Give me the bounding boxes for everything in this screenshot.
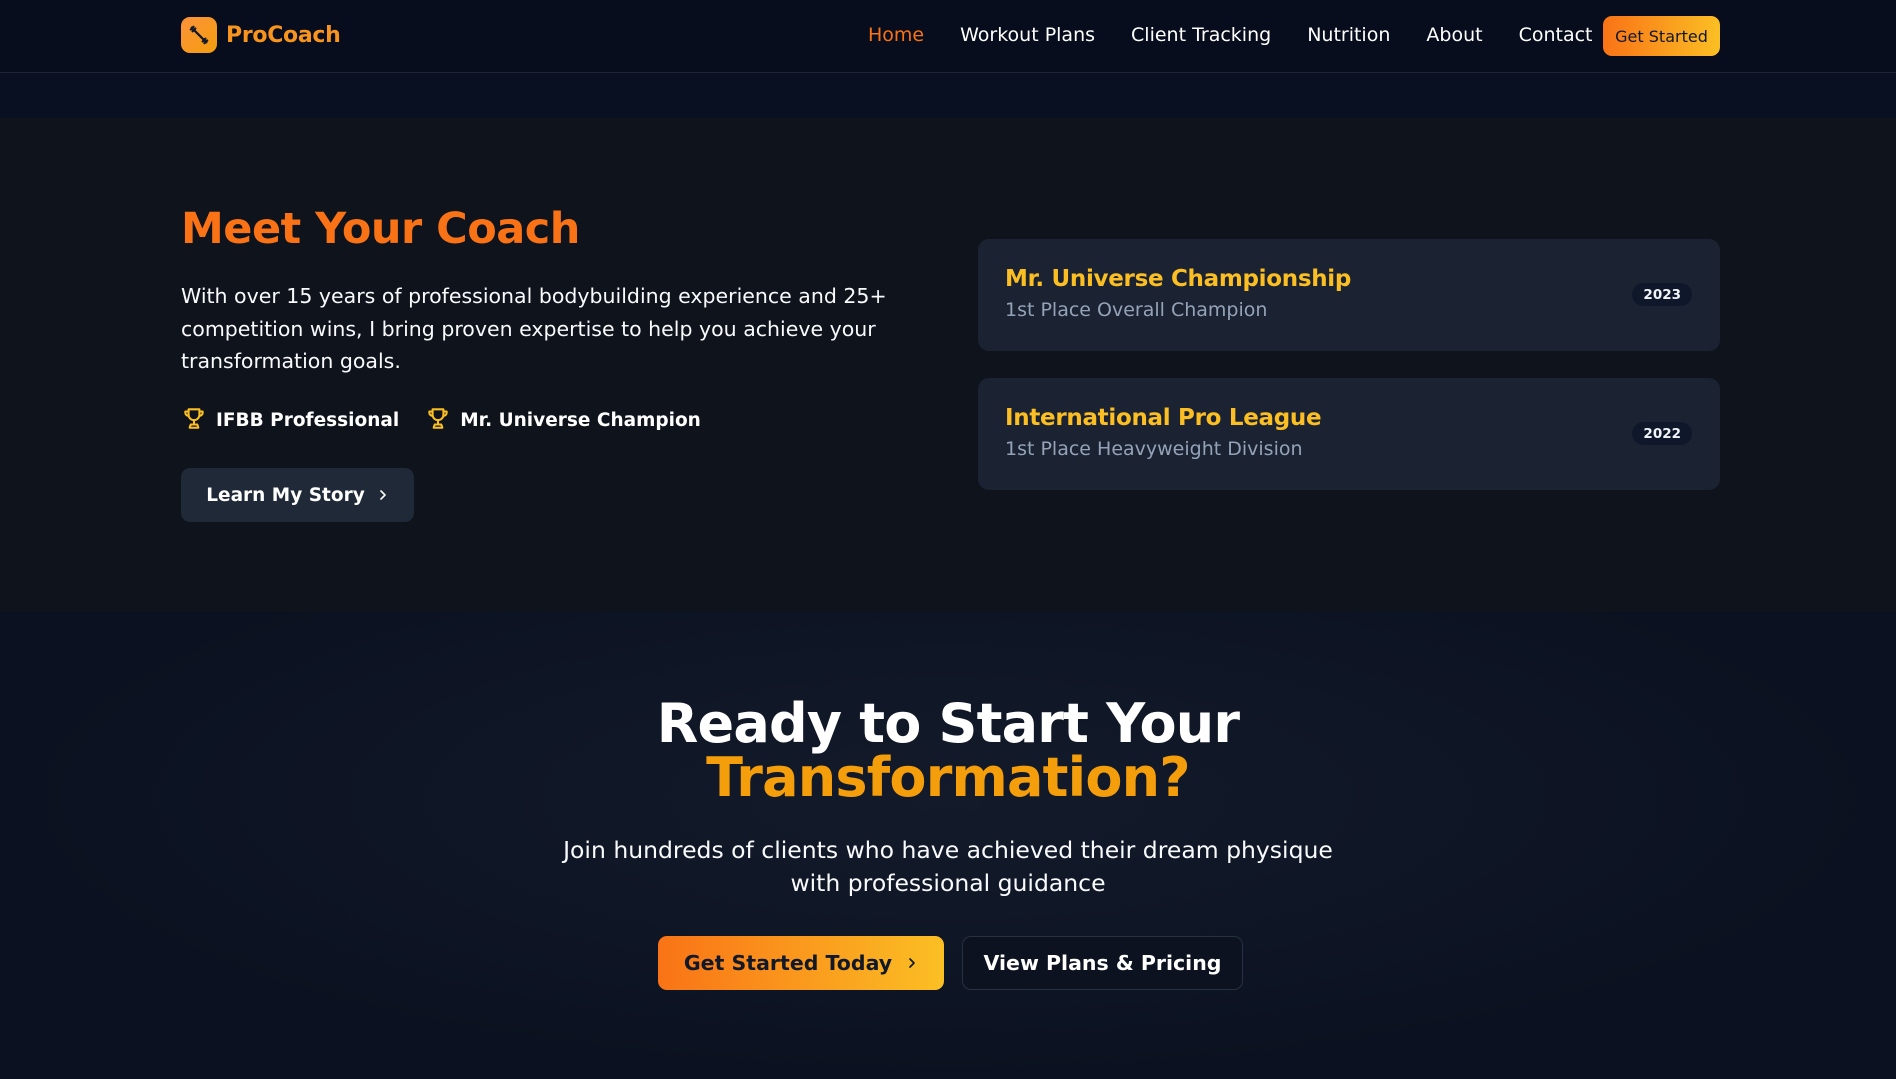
learn-my-story-button[interactable]: Learn My Story <box>181 468 414 522</box>
achievement-card: Mr. Universe Championship 1st Place Over… <box>978 239 1720 351</box>
nav-link-workout-plans[interactable]: Workout Plans <box>960 24 1095 46</box>
nav-link-contact[interactable]: Contact <box>1519 24 1593 46</box>
learn-my-story-label: Learn My Story <box>206 484 365 506</box>
cta-title-line-2: Transformation? <box>706 746 1190 809</box>
main-nav: Home Workout Plans Client Tracking Nutri… <box>868 24 1629 46</box>
get-started-today-label: Get Started Today <box>683 951 893 975</box>
achievement-title: Mr. Universe Championship <box>1005 266 1352 292</box>
cta-section: Ready to Start Your Transformation? Join… <box>0 612 1896 1079</box>
brand-logo[interactable]: ProCoach <box>181 17 341 53</box>
achievement-card: International Pro League 1st Place Heavy… <box>978 378 1720 490</box>
view-plans-pricing-label: View Plans & Pricing <box>983 951 1222 975</box>
chevron-right-icon <box>377 489 389 501</box>
nav-link-nutrition[interactable]: Nutrition <box>1307 24 1390 46</box>
get-started-today-button[interactable]: Get Started Today <box>658 936 944 990</box>
credential-badges: IFBB Professional Mr. Universe Champion <box>181 405 727 435</box>
credential-badge-label: Mr. Universe Champion <box>460 409 701 431</box>
coach-description: With over 15 years of professional bodyb… <box>181 284 887 373</box>
chevron-right-icon <box>906 957 918 969</box>
trophy-icon <box>181 405 207 435</box>
cta-title: Ready to Start Your Transformation? <box>0 697 1896 805</box>
nav-link-client-tracking[interactable]: Client Tracking <box>1131 24 1271 46</box>
nav-link-home[interactable]: Home <box>868 24 924 46</box>
achievement-subtitle: 1st Place Overall Champion <box>1005 299 1268 321</box>
cta-subtitle: Join hundreds of clients who have achiev… <box>563 836 1333 897</box>
achievement-year-badge: 2022 <box>1632 422 1692 445</box>
dumbbell-icon <box>181 17 217 53</box>
brand-name: ProCoach <box>226 22 341 48</box>
cta-title-line-1: Ready to Start Your <box>656 692 1240 755</box>
credential-badge: IFBB Professional <box>181 405 399 435</box>
view-plans-pricing-button[interactable]: View Plans & Pricing <box>962 936 1243 990</box>
nav-link-about[interactable]: About <box>1426 24 1482 46</box>
credential-badge-label: IFBB Professional <box>216 409 400 431</box>
credential-badge: Mr. Universe Champion <box>425 405 701 435</box>
achievement-title: International Pro League <box>1005 405 1322 431</box>
achievement-year-badge: 2023 <box>1632 283 1692 306</box>
section-divider-strip <box>0 74 1896 118</box>
trophy-icon <box>425 405 451 435</box>
achievement-subtitle: 1st Place Heavyweight Division <box>1005 438 1303 460</box>
top-navbar: ProCoach Home Workout Plans Client Track… <box>0 0 1896 73</box>
get-started-button[interactable]: Get Started <box>1603 16 1720 56</box>
coach-section-title: Meet Your Coach <box>181 204 580 254</box>
meet-coach-section: Meet Your Coach With over 15 years of pr… <box>0 118 1896 612</box>
